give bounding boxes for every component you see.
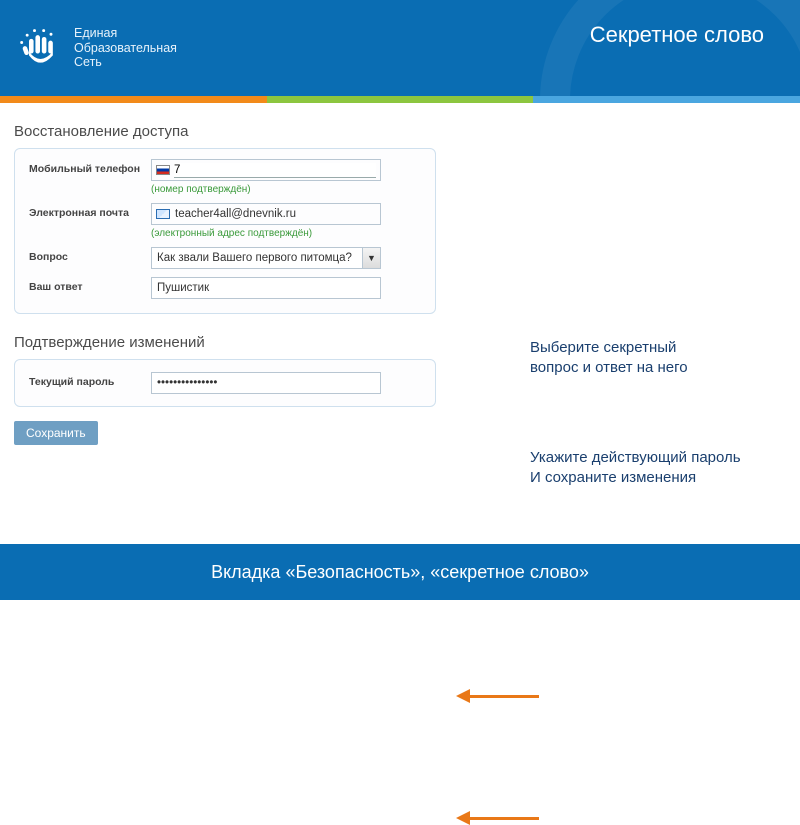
row-password: Текущий пароль [29,372,421,394]
email-confirmed-hint: (электронный адрес подтверждён) [151,228,421,239]
header-decoration [540,0,800,96]
row-phone: Мобильный телефон (номер подтверждён) [29,159,421,195]
row-question: Вопрос ▼ [29,247,421,269]
label-question: Вопрос [29,247,151,263]
slide-title: Секретное слово [590,22,764,48]
callout-line: Выберите секретный [530,338,688,358]
row-email: Электронная почта teacher4all@dnevnik.ru… [29,203,421,239]
brand-line: Единая [74,26,177,40]
brand-line: Сеть [74,55,177,69]
label-answer: Ваш ответ [29,277,151,293]
accent-blue [533,96,800,103]
flag-ru-icon [156,165,170,175]
slide-footer: Вкладка «Безопасность», «секретное слово… [0,544,800,600]
hand-logo-icon [18,26,62,70]
callout-line: вопрос и ответ на него [530,358,688,378]
section-title-access: Восстановление доступа [14,123,800,140]
label-email: Электронная почта [29,203,151,219]
phone-input-wrap[interactable] [151,159,381,181]
question-select-wrap[interactable]: ▼ [151,247,381,269]
access-form: Мобильный телефон (номер подтверждён) Эл… [14,148,436,314]
row-answer: Ваш ответ [29,277,421,299]
phone-confirmed-hint: (номер подтверждён) [151,184,421,195]
label-password: Текущий пароль [29,372,151,388]
question-select[interactable] [151,247,381,269]
accent-green [267,96,534,103]
content-area: Восстановление доступа Мобильный телефон… [0,103,800,445]
callout-line: И сохраните изменения [530,468,741,488]
email-value: teacher4all@dnevnik.ru [175,208,296,220]
slide-header: Единая Образовательная Сеть Секретное сл… [0,0,800,96]
brand-line: Образовательная [74,41,177,55]
brand-text: Единая Образовательная Сеть [74,26,177,69]
accent-orange [0,96,267,103]
brand: Единая Образовательная Сеть [0,26,177,70]
confirm-form: Текущий пароль [14,359,436,407]
accent-bar [0,96,800,103]
phone-input[interactable] [174,163,376,178]
email-input-wrap[interactable]: teacher4all@dnevnik.ru [151,203,381,225]
label-phone: Мобильный телефон [29,159,151,175]
callout-line: Укажите действующий пароль [530,448,741,468]
callout-password: Укажите действующий пароль И сохраните и… [530,448,741,487]
mail-icon [156,209,170,219]
save-button[interactable]: Сохранить [14,421,98,445]
callout-question: Выберите секретный вопрос и ответ на нег… [530,338,688,377]
footer-text: Вкладка «Безопасность», «секретное слово… [211,562,589,583]
current-password-input[interactable] [151,372,381,394]
answer-input[interactable] [151,277,381,299]
